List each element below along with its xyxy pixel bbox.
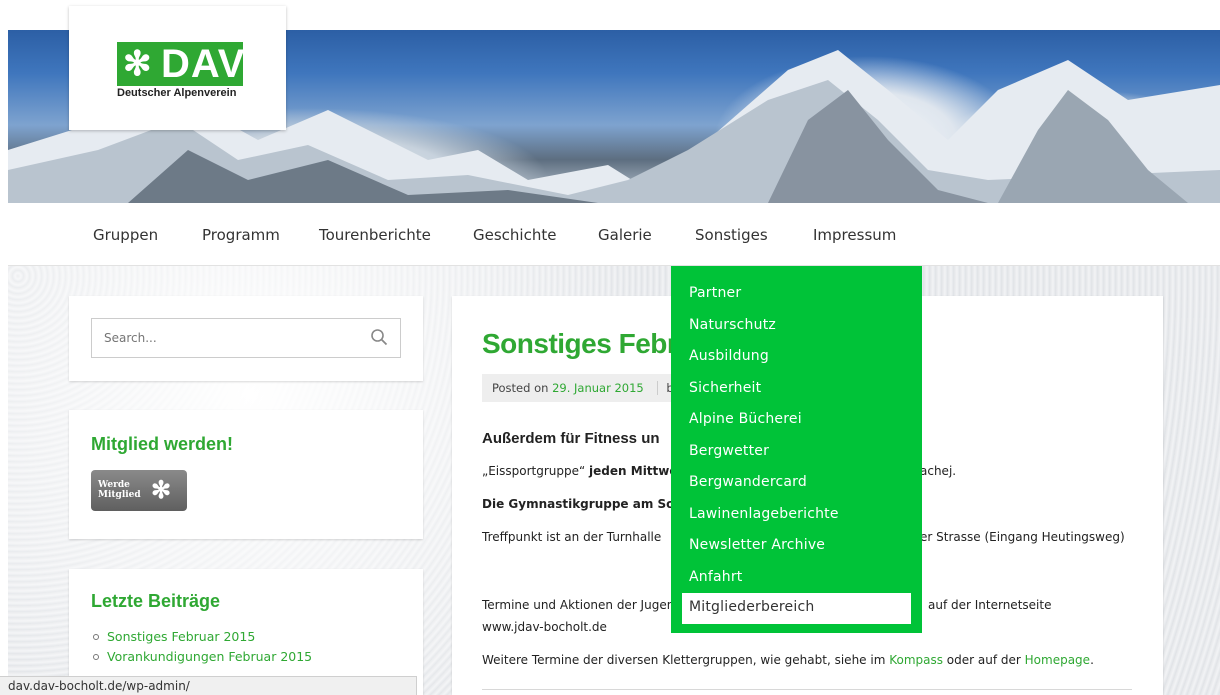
meta-date-link[interactable]: 29. Januar 2015 xyxy=(552,381,644,395)
list-item[interactable]: Sonstiges Februar 2015 xyxy=(91,629,312,644)
nav-item-programm[interactable]: Programm xyxy=(202,226,280,244)
p5-start: Weitere Termine der diversen Klettergrup… xyxy=(482,653,890,667)
nav-item-gruppen[interactable]: Gruppen xyxy=(93,226,158,244)
article-title[interactable]: Sonstiges Febr xyxy=(482,328,678,360)
recent-post-link[interactable]: Vorankundigungen Februar 2015 xyxy=(107,649,312,664)
dropdown-item-sicherheit[interactable]: Sicherheit xyxy=(689,380,761,396)
article-paragraph-5: Weitere Termine der diversen Klettergrup… xyxy=(482,653,1094,667)
dropdown-item-ausbildung[interactable]: Ausbildung xyxy=(689,348,769,364)
article-paragraph-4-end: auf der Internetseite xyxy=(928,598,1052,612)
p5-end: . xyxy=(1090,653,1094,667)
edelweiss-icon: ✻ xyxy=(123,45,153,83)
search-widget xyxy=(69,296,423,381)
recent-posts-list: Sonstiges Februar 2015 Vorankundigungen … xyxy=(91,629,312,669)
main-nav: Gruppen Programm Tourenberichte Geschich… xyxy=(8,203,1220,266)
bullet-icon xyxy=(93,654,99,660)
nav-item-tourenberichte[interactable]: Tourenberichte xyxy=(319,226,431,244)
recent-post-link[interactable]: Sonstiges Februar 2015 xyxy=(107,629,255,644)
dropdown-item-newsletter-archive[interactable]: Newsletter Archive xyxy=(689,537,825,553)
nav-item-galerie[interactable]: Galerie xyxy=(598,226,652,244)
jdav-link[interactable]: www.jdav-bocholt.de xyxy=(482,620,607,634)
nav-item-sonstiges[interactable]: Sonstiges xyxy=(695,226,768,244)
search-field[interactable] xyxy=(91,318,401,358)
dropdown-item-bergwandercard[interactable]: Bergwandercard xyxy=(689,474,807,490)
article-paragraph-1-end: achej. xyxy=(920,464,957,478)
logo-card[interactable]: ✻ DAV Deutscher Alpenverein xyxy=(69,6,286,130)
edelweiss-icon: ✻ xyxy=(151,475,172,504)
logo-subtitle: Deutscher Alpenverein xyxy=(117,87,237,99)
dropdown-item-lawinenlageberichte[interactable]: Lawinenlageberichte xyxy=(689,506,839,522)
homepage-link[interactable]: Homepage xyxy=(1025,653,1090,667)
article-paragraph-3-end: er Strasse (Eingang Heutingsweg) xyxy=(920,530,1125,544)
sonstiges-dropdown: Partner Naturschutz Ausbildung Sicherhei… xyxy=(671,266,922,633)
bullet-icon xyxy=(93,634,99,640)
recent-posts-title: Letzte Beiträge xyxy=(91,591,221,611)
dropdown-item-partner[interactable]: Partner xyxy=(689,285,741,301)
dropdown-item-naturschutz[interactable]: Naturschutz xyxy=(689,317,776,333)
logo-text: DAV xyxy=(161,42,246,86)
dav-logo[interactable]: ✻ DAV xyxy=(117,42,246,86)
divider xyxy=(482,689,1132,690)
dropdown-item-bergwetter[interactable]: Bergwetter xyxy=(689,443,769,459)
member-widget: Mitglied werden! Werde Mitglied ✻ xyxy=(69,410,423,539)
browser-status-bar: dav.dav-bocholt.de/wp-admin/ xyxy=(0,676,417,695)
nav-item-impressum[interactable]: Impressum xyxy=(813,226,896,244)
kompass-link[interactable]: Kompass xyxy=(889,653,943,667)
article-paragraph-2: Die Gymnastikgruppe am Sonnt xyxy=(482,497,698,511)
search-input[interactable] xyxy=(92,319,352,357)
p5-mid: oder auf der xyxy=(942,653,1025,667)
article-paragraph-3: Treffpunkt ist an der Turnhalle xyxy=(482,530,662,544)
member-badge-line1: Werde xyxy=(98,480,130,490)
dropdown-item-anfahrt[interactable]: Anfahrt xyxy=(689,569,742,585)
search-icon[interactable] xyxy=(370,328,388,346)
list-item[interactable]: Vorankundigungen Februar 2015 xyxy=(91,649,312,664)
member-badge-line2: Mitglied xyxy=(98,490,141,500)
member-widget-title: Mitglied werden! xyxy=(91,434,234,454)
article-heading: Außerdem für Fitness un xyxy=(482,430,660,447)
article-paragraph-4: Termine und Aktionen der Jugen xyxy=(482,598,675,612)
become-member-button[interactable]: Werde Mitglied ✻ xyxy=(91,470,187,511)
article-paragraph-1: „Eissportgruppe“ jeden Mittwoc xyxy=(482,464,685,478)
dropdown-item-alpine-buecherei[interactable]: Alpine Bücherei xyxy=(689,411,802,427)
dropdown-item-mitgliederbereich[interactable]: Mitgliederbereich xyxy=(682,593,911,624)
p1-start: „Eissportgruppe“ xyxy=(482,464,590,478)
post-meta: Posted on 29. Januar 2015 b xyxy=(482,374,682,402)
nav-item-geschichte[interactable]: Geschichte xyxy=(473,226,556,244)
meta-prefix: Posted on xyxy=(492,381,553,395)
